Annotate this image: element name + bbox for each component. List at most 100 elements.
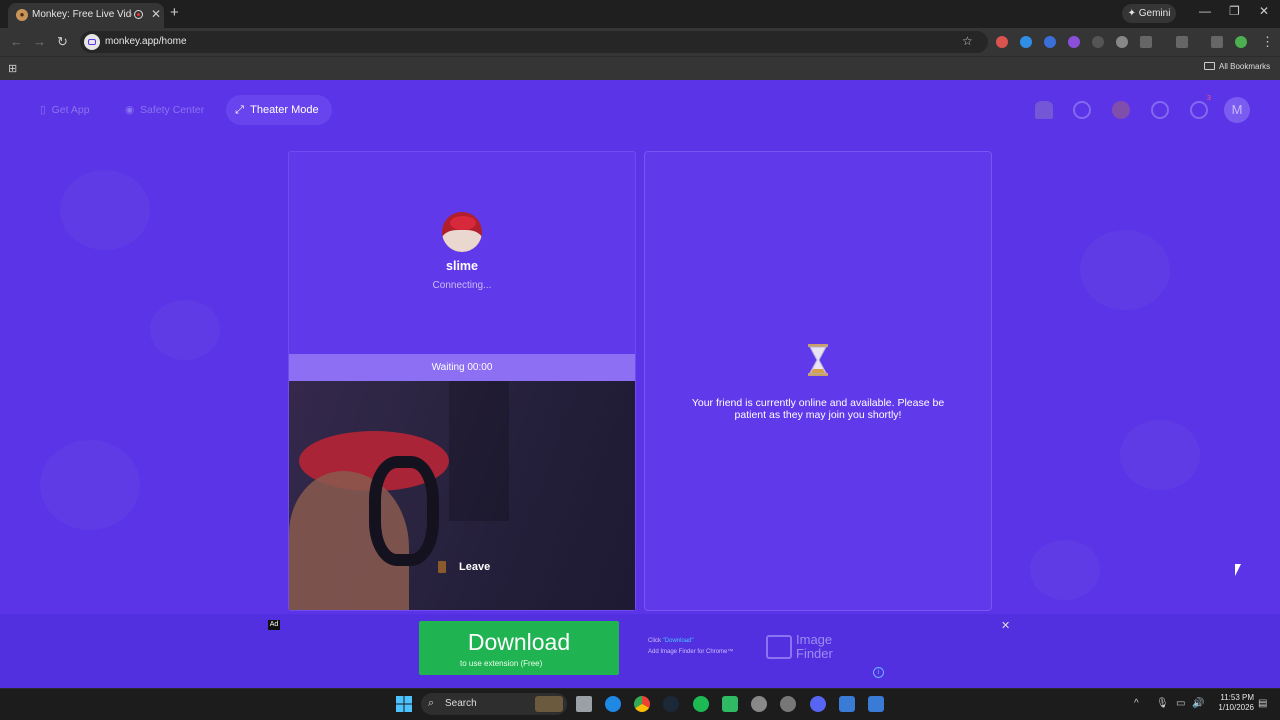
leave-button[interactable]: Leave <box>459 559 490 575</box>
ad-step1-prefix: Click <box>648 638 663 644</box>
back-icon[interactable]: ← <box>10 34 23 49</box>
restore-button[interactable]: ❐ <box>1229 4 1240 18</box>
waiting-timer: Waiting 00:00 <box>289 354 635 381</box>
microphone-icon[interactable]: 🎙 <box>1156 698 1169 709</box>
tab-close-button[interactable]: ✕ <box>151 7 161 21</box>
clock-time: 11:53 PM <box>1220 693 1254 702</box>
connection-status: Connecting... <box>432 280 492 291</box>
apps-grid-icon[interactable]: ⊞ <box>8 62 17 75</box>
window-close-button[interactable]: ✕ <box>1259 4 1269 18</box>
search-highlight-image <box>535 696 563 712</box>
taskbar-search-label: Search <box>445 698 477 709</box>
download-label[interactable]: Download <box>419 629 619 656</box>
ad-close-button[interactable]: ✕ <box>1001 619 1010 632</box>
get-app-link[interactable]: ▯ Get App <box>40 97 90 123</box>
hat-icon[interactable] <box>1035 101 1053 119</box>
get-app-label: Get App <box>51 104 90 116</box>
app-icon[interactable] <box>868 696 884 712</box>
star-icon[interactable]: ☆ <box>962 34 973 48</box>
app-icon[interactable] <box>722 696 738 712</box>
monkey-favicon: ● <box>16 9 28 21</box>
download-sublabel[interactable]: to use extension (Free) <box>460 659 542 668</box>
mouse-cursor-icon <box>1235 564 1241 576</box>
friend-card <box>644 151 992 611</box>
safety-center-link[interactable]: ◉ Safety Center <box>125 97 204 123</box>
browser-tab[interactable]: ● Monkey: Free Live Video Ch ✕ <box>8 3 164 28</box>
profile-avatar[interactable]: M <box>1224 97 1250 123</box>
page-background <box>0 80 1280 688</box>
app-icon[interactable] <box>839 696 855 712</box>
ad-step1-highlight: "Download" <box>662 638 694 644</box>
discord-icon[interactable] <box>810 696 826 712</box>
background-pattern <box>150 300 220 360</box>
background-pattern <box>1120 420 1200 490</box>
spotify-icon[interactable] <box>693 696 709 712</box>
ad-info-icon[interactable]: i <box>873 667 884 678</box>
browser-tab-bar <box>0 0 1280 28</box>
bookmarks-bar <box>0 56 1280 80</box>
video-headphones <box>369 456 439 566</box>
forward-icon[interactable]: → <box>33 34 46 49</box>
gemini-button[interactable]: ✦ Gemini <box>1122 4 1176 23</box>
extension-icon[interactable] <box>1092 36 1104 48</box>
background-pattern <box>1030 540 1100 600</box>
chat-icon[interactable] <box>1190 101 1208 119</box>
hourglass-icon <box>808 344 828 376</box>
extension-icon[interactable] <box>1116 36 1128 48</box>
video-background <box>449 381 509 521</box>
avatar <box>442 212 482 252</box>
app-icon[interactable] <box>780 696 796 712</box>
brand-line-2: Finder <box>796 646 833 661</box>
menu-icon[interactable]: ⋮ <box>1261 34 1274 50</box>
record-icon <box>134 10 143 19</box>
tab-title: Monkey: Free Live Video Ch <box>32 9 132 20</box>
taskbar-clock[interactable]: 11:53 PM 1/10/2026 <box>1210 693 1254 713</box>
search-icon[interactable] <box>1073 101 1091 119</box>
extension-icon[interactable] <box>1068 36 1080 48</box>
folder-icon <box>1204 62 1215 70</box>
minimize-button[interactable]: — <box>1199 4 1211 18</box>
extension-icon[interactable] <box>1020 36 1032 48</box>
new-tab-button[interactable]: + <box>170 4 179 21</box>
windows-start-icon[interactable] <box>396 696 412 712</box>
image-finder-brand: Image Finder <box>796 633 833 661</box>
ad-instruction-2: Add Image Finder for Chrome™ <box>648 649 734 655</box>
self-video-feed <box>289 381 635 610</box>
extension-icon[interactable] <box>1044 36 1056 48</box>
task-view-icon[interactable] <box>576 696 592 712</box>
shield-icon: ◉ <box>125 104 135 116</box>
address-bar[interactable] <box>80 31 988 53</box>
background-pattern <box>40 440 140 530</box>
network-icon[interactable]: ▭ <box>1176 698 1185 709</box>
site-info-icon[interactable] <box>84 34 100 50</box>
volume-icon[interactable]: 🔊 <box>1192 698 1204 709</box>
search-icon: ⌕ <box>428 697 435 709</box>
extensions-puzzle-icon[interactable] <box>1140 36 1152 48</box>
theater-mode-label: Theater Mode <box>250 104 319 116</box>
theater-mode-button[interactable]: ⤢ Theater Mode <box>226 95 332 125</box>
chrome-icon[interactable] <box>634 696 650 712</box>
extension-icon[interactable] <box>996 36 1008 48</box>
profile-icon[interactable] <box>1235 36 1247 48</box>
media-icon[interactable] <box>1211 36 1223 48</box>
all-bookmarks[interactable]: All Bookmarks <box>1219 62 1270 71</box>
url-text[interactable]: monkey.app/home <box>105 36 187 47</box>
safety-center-label: Safety Center <box>140 104 205 116</box>
notification-icon[interactable]: ▤ <box>1258 698 1267 709</box>
steam-icon[interactable] <box>663 696 679 712</box>
ad-instruction-1: Click "Download" <box>648 638 694 644</box>
avatar-icon[interactable] <box>1112 101 1130 119</box>
ad-label: Ad <box>268 620 280 630</box>
clock-icon[interactable] <box>1151 101 1169 119</box>
side-panel-icon[interactable] <box>1176 36 1188 48</box>
app-icon[interactable] <box>751 696 767 712</box>
background-pattern <box>60 170 150 250</box>
reload-icon[interactable]: ↻ <box>57 34 68 50</box>
brand-line-1: Image <box>796 632 833 647</box>
phone-icon: ▯ <box>40 104 46 116</box>
edge-icon[interactable] <box>605 696 621 712</box>
chevron-up-icon[interactable]: ^ <box>1134 698 1139 709</box>
theater-icon: ⤢ <box>235 104 244 116</box>
door-icon <box>438 561 446 573</box>
clock-date: 1/10/2026 <box>1218 703 1254 712</box>
